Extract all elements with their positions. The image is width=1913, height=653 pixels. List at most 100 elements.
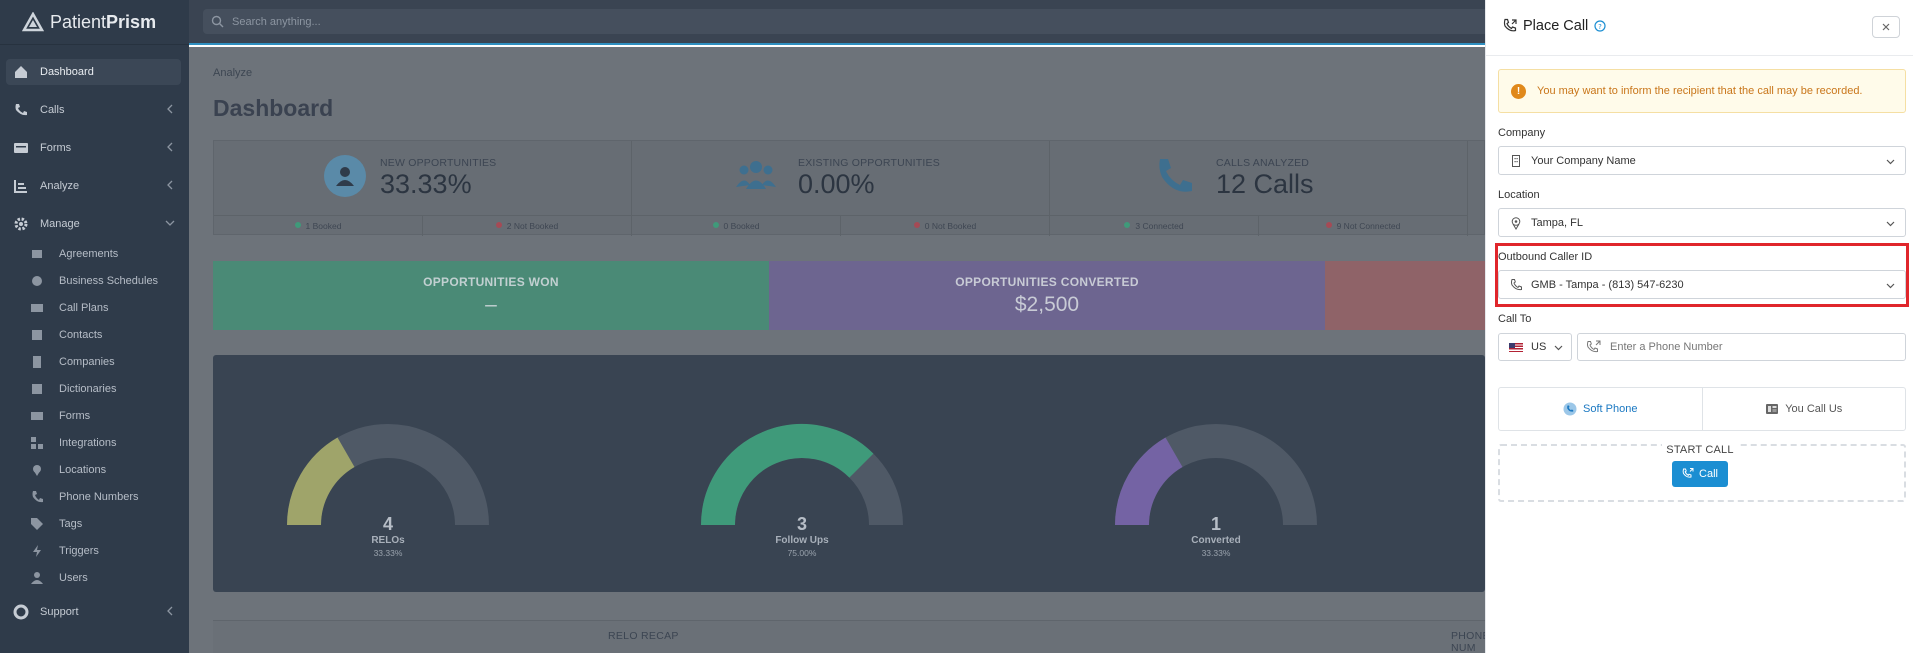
sidebar-subitem-business-schedules[interactable]: Business Schedules	[30, 271, 180, 291]
location-select[interactable]: Tampa, FL	[1498, 208, 1906, 237]
sidebar-subitem-agreements[interactable]: Agreements	[30, 244, 180, 264]
company-select[interactable]: Your Company Name	[1498, 146, 1906, 175]
caller-id-label: Outbound Caller ID	[1498, 251, 1593, 263]
search-icon	[211, 15, 224, 28]
band-value: $2,500	[1014, 293, 1080, 316]
chevron-left-icon	[167, 606, 173, 616]
phone-number-input[interactable]: Enter a Phone Number	[1577, 333, 1906, 361]
sidebar-subitem-label: Dictionaries	[59, 383, 117, 395]
call-method-tabs: Soft Phone You Call Us	[1498, 387, 1906, 431]
search-input[interactable]: Search anything...	[203, 9, 1493, 34]
phone-icon	[12, 101, 30, 119]
sidebar-subitem-phone-numbers[interactable]: Phone Numbers	[30, 487, 180, 507]
sidebar-subitem-label: Triggers	[59, 545, 99, 557]
gauge-name: RELOs	[371, 535, 405, 546]
sidebar-item-support[interactable]: Support	[6, 599, 181, 625]
stat-new-opportunities[interactable]: NEW OPPORTUNITIES 33.33% 1 Booked 2 Not …	[214, 141, 632, 236]
tab-soft-phone[interactable]: Soft Phone	[1499, 388, 1702, 430]
chevron-down-icon	[165, 220, 175, 226]
prism-logo-icon	[22, 12, 44, 32]
sidebar-subitem-label: Agreements	[59, 248, 119, 260]
green-dot-icon	[1124, 222, 1131, 228]
band-opportunities-converted[interactable]: OPPORTUNITIES CONVERTED $2,500	[769, 261, 1325, 330]
country-code-value: US	[1531, 341, 1547, 353]
gauge-relos[interactable]: 4 RELOs 33.33%	[263, 403, 513, 573]
sidebar-subitem-call-plans[interactable]: Call Plans	[30, 298, 180, 318]
close-button[interactable]	[1872, 16, 1900, 38]
sidebar-subitem-label: Forms	[59, 410, 91, 422]
sidebar: Patient Prism Dashboard Calls Forms Analy…	[0, 0, 189, 653]
place-call-panel: Place Call ? ! You may want to inform th…	[1485, 0, 1913, 653]
sidebar-subitem-tags[interactable]: Tags	[30, 514, 180, 534]
support-icon	[12, 603, 30, 621]
band-opportunities-won[interactable]: OPPORTUNITIES WON –	[213, 261, 769, 330]
stat-existing-opportunities[interactable]: EXISTING OPPORTUNITIES 0.00% 0 Booked 0 …	[632, 141, 1050, 236]
alert-text: You may want to inform the recipient tha…	[1537, 85, 1863, 97]
sidebar-item-label: Forms	[40, 142, 72, 154]
band-value: –	[485, 293, 497, 316]
gauge-arc	[287, 424, 489, 526]
phone-outgoing-icon	[1503, 18, 1517, 32]
sidebar-subitem-label: Integrations	[59, 437, 117, 449]
call-button[interactable]: Call	[1672, 461, 1728, 487]
call-button-label: Call	[1699, 468, 1718, 480]
sidebar-item-dashboard[interactable]: Dashboard	[6, 59, 181, 85]
gauge-arc	[701, 424, 903, 526]
sidebar-item-manage[interactable]: Manage	[6, 211, 181, 237]
gauge-name: Follow Ups	[775, 535, 829, 546]
sidebar-subitem-integrations[interactable]: Integrations	[30, 433, 180, 453]
chevron-left-icon	[167, 142, 173, 152]
chevron-down-icon	[1886, 221, 1895, 227]
sidebar-subitem-label: Contacts	[59, 329, 103, 341]
building-icon	[30, 355, 44, 369]
gauge-converted[interactable]: 1 Converted 33.33%	[1091, 403, 1341, 573]
sidebar-subitem-dictionaries[interactable]: Dictionaries	[30, 379, 180, 399]
sidebar-subitem-users[interactable]: Users	[30, 568, 180, 588]
contacts-icon	[30, 328, 44, 342]
page-title: Dashboard	[213, 95, 334, 121]
breadcrumb[interactable]: Analyze	[213, 67, 252, 79]
topbar: Search anything...	[189, 0, 1493, 45]
help-icon[interactable]: ?	[1594, 20, 1606, 32]
sidebar-item-calls[interactable]: Calls	[6, 97, 181, 123]
caller-id-select[interactable]: GMB - Tampa - (813) 547-6230	[1498, 270, 1906, 299]
stat-label: CALLS ANALYZED	[1216, 157, 1310, 169]
brand-logo[interactable]: Patient Prism	[0, 0, 189, 45]
sidebar-subitem-triggers[interactable]: Triggers	[30, 541, 180, 561]
company-value: Your Company Name	[1531, 154, 1636, 167]
phone-icon	[1159, 159, 1192, 192]
red-dot-icon	[495, 222, 502, 228]
stat-foot-text: 3 Connected	[1135, 221, 1184, 231]
phone-outgoing-icon	[1682, 468, 1694, 480]
sidebar-subitem-label: Phone Numbers	[59, 491, 139, 503]
company-label: Company	[1498, 127, 1546, 139]
stat-calls-analyzed[interactable]: CALLS ANALYZED 12 Calls 3 Connected 9 No…	[1050, 141, 1468, 236]
schedule-icon	[30, 274, 44, 288]
sidebar-subitem-companies[interactable]: Companies	[30, 352, 180, 372]
chevron-down-icon	[1886, 283, 1895, 289]
tab-you-call-us[interactable]: You Call Us	[1701, 388, 1906, 430]
call-to-label: Call To	[1498, 313, 1532, 325]
sidebar-subitem-forms[interactable]: Forms	[30, 406, 180, 426]
band-third[interactable]	[1325, 261, 1485, 330]
chevron-left-icon	[167, 180, 173, 190]
gauge-percent: 75.00%	[787, 548, 817, 558]
building-icon	[1509, 154, 1523, 168]
sidebar-item-analyze[interactable]: Analyze	[6, 173, 181, 199]
brand-name-a: Patient	[50, 11, 107, 32]
start-call-label: START CALL	[1486, 444, 1913, 456]
location-value: Tampa, FL	[1531, 216, 1583, 229]
form-icon	[12, 139, 30, 157]
country-code-select[interactable]: US	[1498, 333, 1572, 361]
stats-row: NEW OPPORTUNITIES 33.33% 1 Booked 2 Not …	[213, 140, 1485, 236]
sidebar-item-label: Support	[40, 606, 79, 618]
gauge-follow-ups[interactable]: 3 Follow Ups 75.00%	[677, 403, 927, 573]
stat-foot-text: 0 Not Booked	[924, 221, 977, 231]
outcome-bands: OPPORTUNITIES WON – OPPORTUNITIES CONVER…	[213, 261, 1485, 330]
gauge-percent: 33.33%	[1201, 548, 1231, 558]
stat-footer: 1 Booked 2 Not Booked	[214, 215, 632, 236]
sidebar-subitem-locations[interactable]: Locations	[30, 460, 180, 480]
red-dot-icon	[913, 222, 920, 228]
sidebar-subitem-contacts[interactable]: Contacts	[30, 325, 180, 345]
sidebar-item-forms[interactable]: Forms	[6, 135, 181, 161]
